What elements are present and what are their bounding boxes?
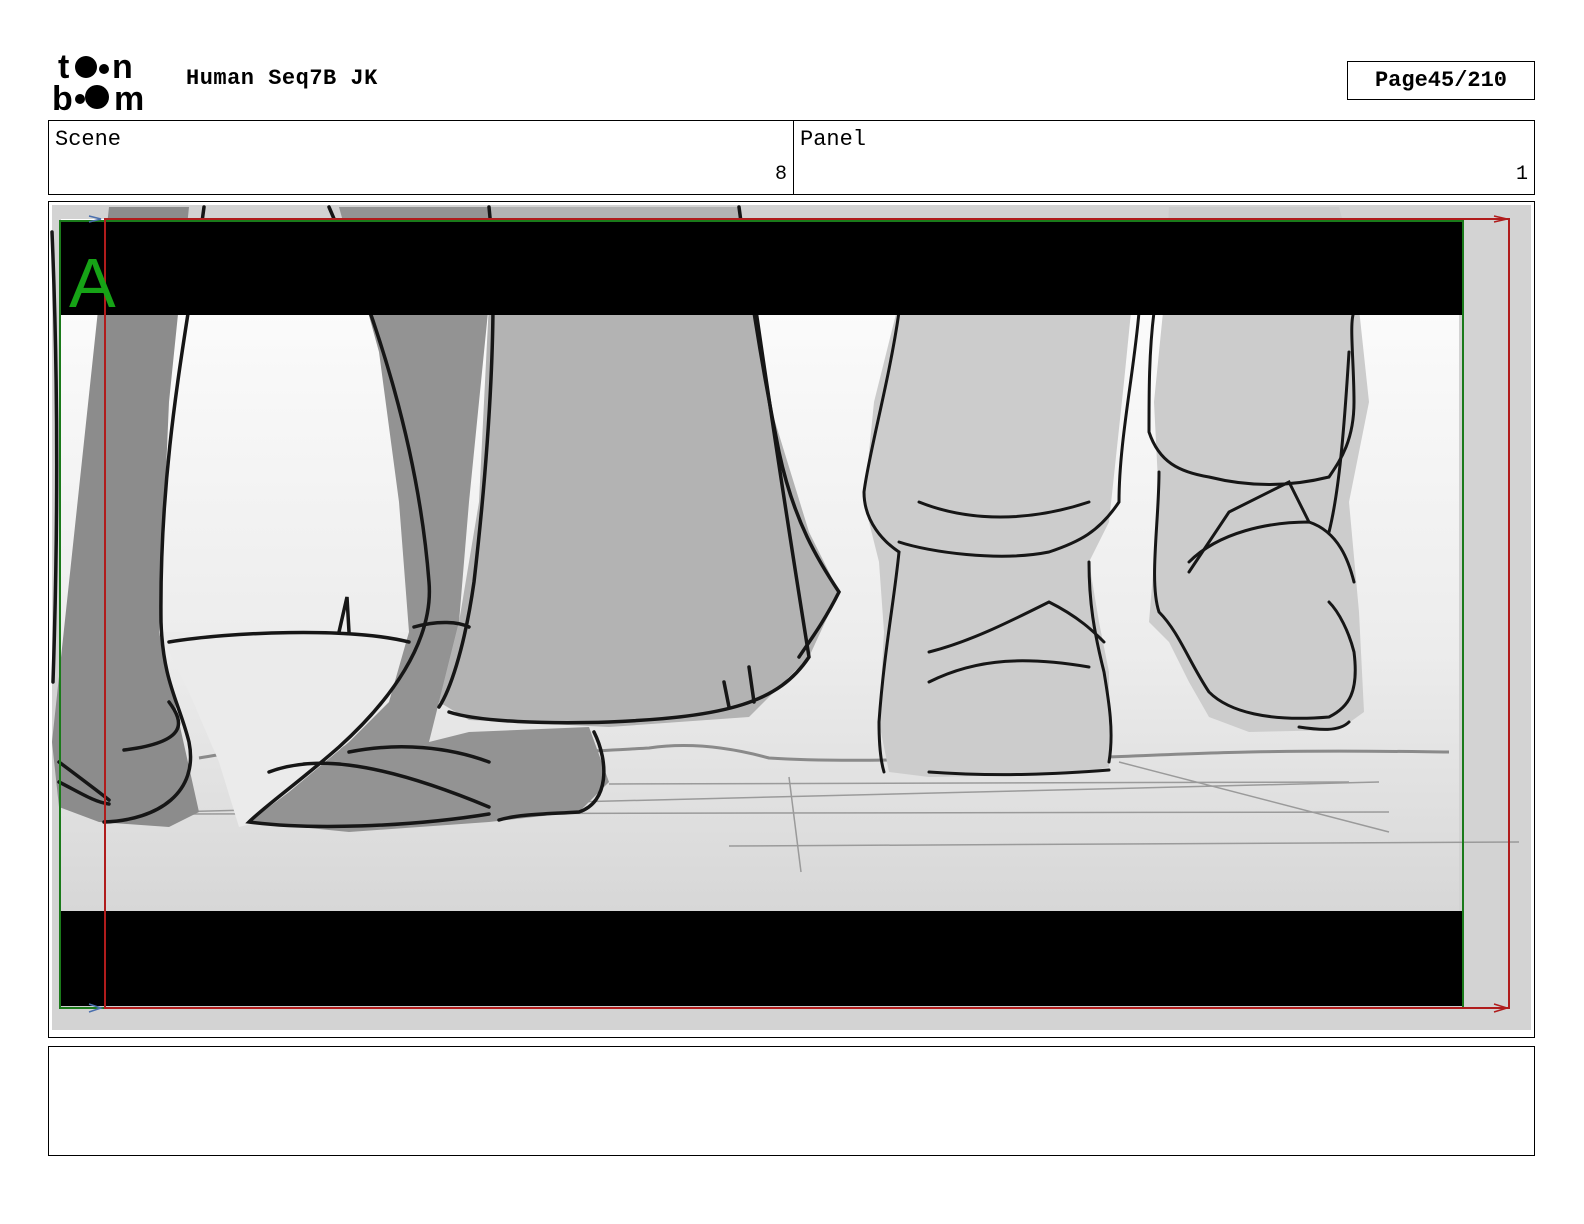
letterbox-bottom bbox=[61, 911, 1462, 1006]
toon-boom-logo: t n b m bbox=[52, 50, 144, 112]
svg-text:m: m bbox=[114, 80, 144, 112]
notes-box bbox=[48, 1046, 1535, 1156]
svg-text:b: b bbox=[52, 80, 73, 112]
panel-label: Panel bbox=[800, 127, 867, 152]
page-indicator: Page 45/210 bbox=[1347, 61, 1535, 100]
layer-label: A bbox=[69, 244, 116, 322]
scene-field: Scene 8 bbox=[48, 120, 794, 195]
panel-field: Panel 1 bbox=[793, 120, 1535, 195]
letterbox-top bbox=[61, 222, 1462, 315]
storyboard-panel: A bbox=[48, 201, 1535, 1038]
document-title: Human Seq7B JK bbox=[186, 66, 378, 91]
page-number: 45/210 bbox=[1427, 68, 1508, 93]
page-label: Page bbox=[1374, 68, 1428, 93]
scene-value: 8 bbox=[774, 163, 787, 186]
panel-value: 1 bbox=[1515, 163, 1528, 186]
scene-label: Scene bbox=[55, 127, 122, 152]
panel-drawing: A bbox=[50, 205, 1531, 1030]
